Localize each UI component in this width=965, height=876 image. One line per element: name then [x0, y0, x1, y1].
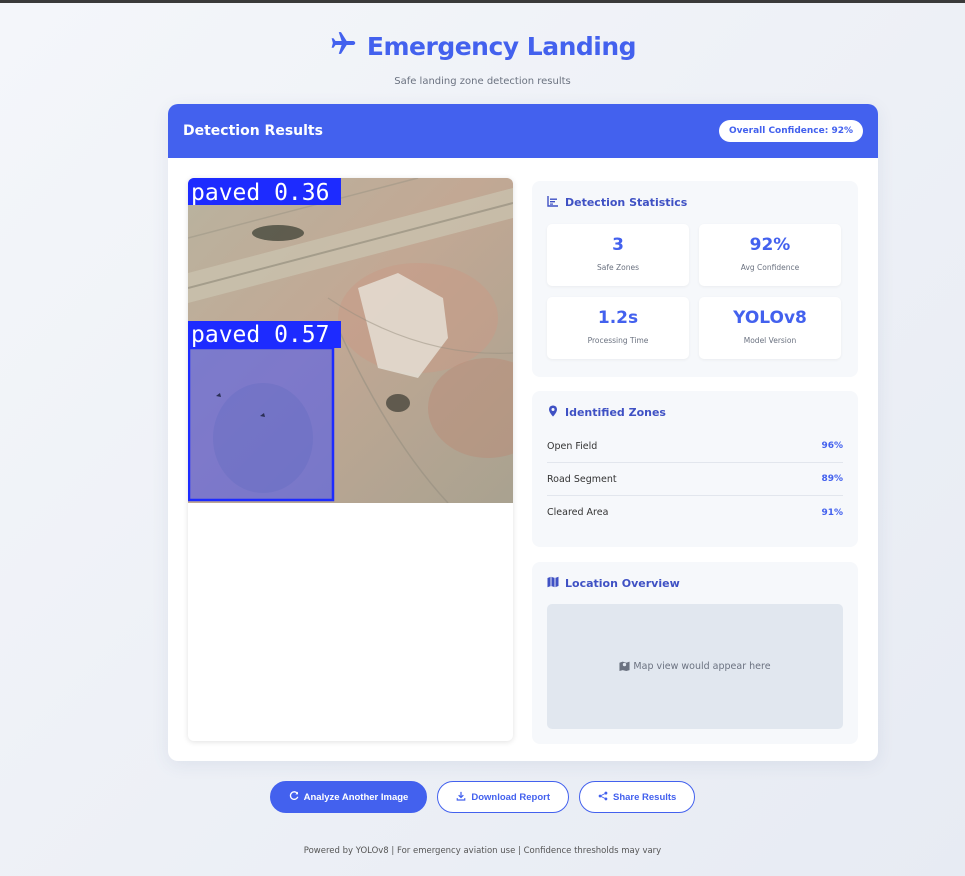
action-bar: Analyze Another Image Download Report Sh… [0, 781, 965, 813]
detection-image-panel: paved 0.57 paved 0.36 [188, 178, 513, 741]
map-pin-icon [547, 405, 559, 420]
detection-statistics-panel: Detection Statistics 3 Safe Zones 92% Av… [532, 181, 858, 377]
map-placeholder: Map view would appear here [547, 604, 843, 729]
stat-value: 92% [749, 235, 791, 255]
stat-label: Safe Zones [597, 263, 639, 272]
share-icon [598, 791, 608, 804]
detection-label: paved 0.57 [191, 322, 329, 348]
location-title: Location Overview [565, 577, 680, 590]
share-button-label: Share Results [612, 791, 677, 803]
stat-card: 92% Avg Confidence [699, 224, 841, 286]
analyze-another-image-button[interactable]: Analyze Another Image [269, 781, 428, 813]
share-results-button[interactable]: Share Results [578, 781, 696, 813]
page-title: Emergency Landing [366, 31, 637, 61]
detection-image: paved 0.57 paved 0.36 [188, 178, 513, 503]
stat-label: Model Version [743, 336, 797, 345]
chart-icon [547, 195, 559, 210]
zone-name: Cleared Area [547, 507, 609, 518]
identified-zones-panel: Identified Zones Open Field 96% Road Seg… [532, 391, 858, 547]
zone-confidence: 91% [821, 507, 843, 518]
stat-value: YOLOv8 [733, 308, 807, 328]
page-header: Emergency Landing Safe landing zone dete… [0, 29, 965, 87]
detection-box-fill [189, 348, 333, 500]
stat-card: 1.2s Processing Time [547, 297, 689, 359]
results-card: Detection Results Overall Confidence: 92… [168, 104, 878, 761]
zone-row: Cleared Area 91% [547, 496, 843, 529]
map-icon [547, 576, 559, 591]
overall-confidence-badge: Overall Confidence: 92% [719, 120, 863, 142]
download-icon [456, 791, 466, 804]
zone-name: Open Field [547, 440, 598, 452]
stats-title: Detection Statistics [565, 196, 688, 209]
stat-card: 3 Safe Zones [547, 224, 689, 286]
stat-label: Avg Confidence [740, 263, 800, 272]
zone-row: Open Field 96% [547, 430, 843, 463]
stat-card: YOLOv8 Model Version [699, 297, 841, 359]
stat-value: 1.2s [597, 308, 639, 328]
map-marked-icon [619, 660, 630, 674]
results-card-header: Detection Results Overall Confidence: 92… [168, 104, 878, 158]
stat-value: 3 [612, 235, 624, 255]
download-button-label: Download Report [471, 791, 550, 803]
detection-label: paved 0.36 [191, 180, 329, 206]
page-subtitle: Safe landing zone detection results [394, 76, 571, 87]
plane-icon [329, 29, 359, 63]
footer-text: Powered by YOLOv8 | For emergency aviati… [303, 846, 662, 856]
zones-title: Identified Zones [565, 406, 666, 419]
zone-row: Road Segment 89% [547, 463, 843, 496]
location-overview-panel: Location Overview Map view would appear … [532, 562, 858, 744]
results-title: Detection Results [183, 123, 323, 139]
analyze-button-label: Analyze Another Image [303, 791, 409, 803]
zone-confidence: 89% [821, 474, 843, 484]
zone-confidence: 96% [821, 441, 843, 451]
zone-name: Road Segment [547, 473, 617, 485]
stat-label: Processing Time [587, 336, 649, 345]
redo-icon [289, 790, 299, 804]
map-placeholder-text: Map view would appear here [633, 661, 771, 672]
download-report-button[interactable]: Download Report [437, 781, 569, 813]
